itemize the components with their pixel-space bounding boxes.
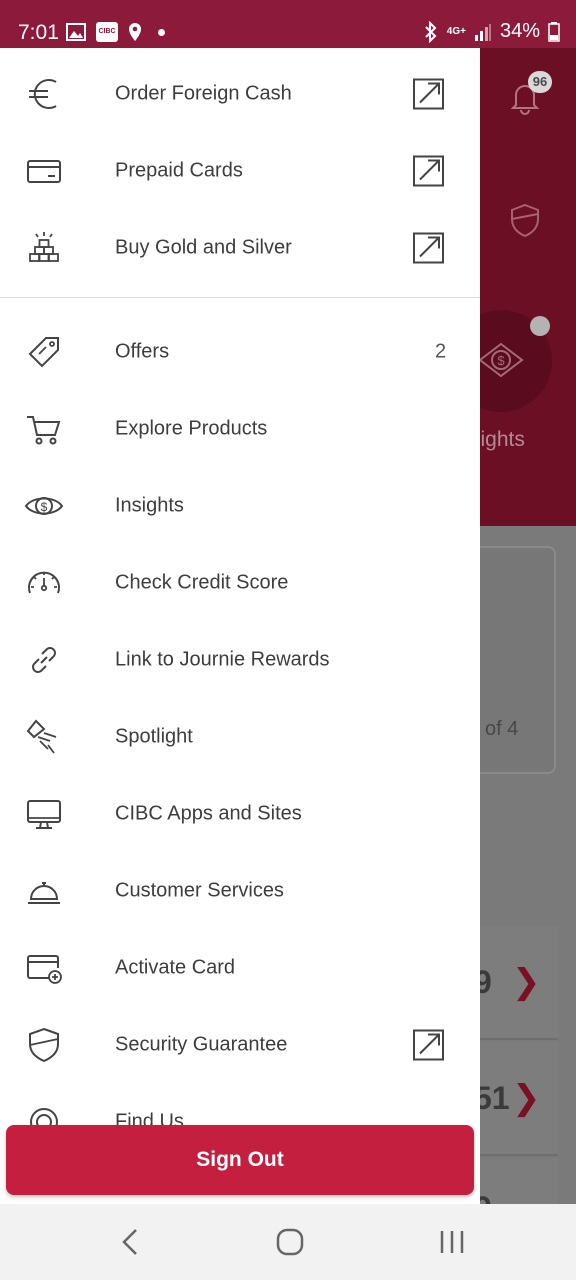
shield-icon: [511, 203, 539, 238]
notification-badge: 96: [528, 71, 552, 93]
cart-icon: [27, 415, 61, 444]
menu-item-label: Buy Gold and Silver: [115, 236, 292, 258]
cibc-app-icon: CIBC: [96, 22, 118, 42]
location-pin-icon: [129, 23, 141, 41]
dot-icon: [158, 28, 165, 36]
menu-item-label: Offers: [115, 340, 170, 362]
menu-item-label: Check Credit Score: [115, 571, 289, 593]
menu-item-cibc-apps-and-sites[interactable]: CIBC Apps and Sites: [0, 775, 480, 852]
menu-item-customer-services[interactable]: Customer Services: [0, 852, 480, 929]
external-link-icon: [413, 232, 444, 263]
battery-percent: 34%: [499, 20, 540, 42]
chevron-right-icon: ❯: [512, 1079, 541, 1117]
menu-item-link-to-journie-rewards[interactable]: Link to Journie Rewards: [0, 621, 480, 698]
menu-item-security-guarantee[interactable]: Security Guarantee: [0, 1006, 480, 1083]
system-navigation-bar: [0, 1204, 576, 1280]
card-icon: [27, 159, 61, 183]
navigation-drawer: Order Foreign Cash Prepaid Cards Buy Gol: [0, 48, 480, 1204]
svg-text:$: $: [41, 500, 48, 514]
tag-icon: [28, 336, 59, 367]
menu-item-label: Link to Journie Rewards: [115, 648, 330, 670]
link-icon: [32, 646, 56, 673]
menu-item-offers[interactable]: Offers 2: [0, 313, 480, 390]
external-link-icon: [413, 155, 444, 186]
gold-bars-icon: [29, 231, 59, 262]
status-bar: 7:01 CIBC 4G+ 34%: [0, 0, 576, 48]
external-link-icon: [413, 78, 444, 109]
recent-apps-icon[interactable]: [432, 1222, 472, 1262]
signal-icon: [474, 23, 491, 41]
card-add-icon: [27, 954, 62, 984]
menu-item-label: Prepaid Cards: [115, 159, 243, 181]
menu-item-label: Activate Card: [115, 956, 236, 978]
menu-item-label: Order Foreign Cash: [115, 82, 292, 104]
eye-dollar-icon: $: [24, 496, 64, 515]
menu-item-label: Spotlight: [115, 725, 193, 747]
service-bell-icon: [28, 881, 60, 904]
eye-dollar-icon: $: [478, 342, 524, 378]
spotlight-icon: [26, 719, 57, 754]
svg-text:$: $: [497, 353, 505, 368]
network-type: 4G+: [446, 26, 466, 37]
chevron-right-icon: ❯: [512, 963, 541, 1001]
menu-item-buy-gold-and-silver[interactable]: Buy Gold and Silver: [0, 209, 480, 286]
bluetooth-icon: [425, 20, 437, 43]
shield-icon: [29, 1027, 59, 1062]
menu-item-label: Customer Services: [115, 879, 284, 901]
menu-item-explore-products[interactable]: Explore Products: [0, 390, 480, 467]
menu-divider: [0, 297, 480, 298]
menu-item-label: CIBC Apps and Sites: [115, 802, 302, 824]
image-icon: [66, 23, 86, 41]
menu-item-order-foreign-cash[interactable]: Order Foreign Cash: [0, 55, 480, 132]
menu-item-check-credit-score[interactable]: Check Credit Score: [0, 544, 480, 621]
page-indicator: of 4: [485, 718, 519, 740]
sign-out-button[interactable]: Sign Out: [6, 1125, 474, 1195]
menu-item-label: Insights: [115, 494, 184, 516]
gauge-icon: [28, 571, 60, 593]
menu-item-prepaid-cards[interactable]: Prepaid Cards: [0, 132, 480, 209]
status-time: 7:01: [18, 21, 59, 44]
euro-icon: [29, 78, 57, 109]
home-icon[interactable]: [270, 1222, 310, 1262]
menu-item-activate-card[interactable]: Activate Card: [0, 929, 480, 1006]
menu-item-spotlight[interactable]: Spotlight: [0, 698, 480, 775]
monitor-icon: [27, 799, 61, 829]
offers-count: 2: [435, 340, 447, 362]
external-link-icon: [413, 1029, 444, 1060]
menu-item-label: Security Guarantee: [115, 1033, 288, 1055]
menu-item-label: Explore Products: [115, 417, 268, 439]
back-icon[interactable]: [110, 1222, 150, 1262]
menu-item-insights[interactable]: $ Insights: [0, 467, 480, 544]
indicator-dot: [530, 316, 550, 336]
battery-icon: [548, 21, 560, 42]
